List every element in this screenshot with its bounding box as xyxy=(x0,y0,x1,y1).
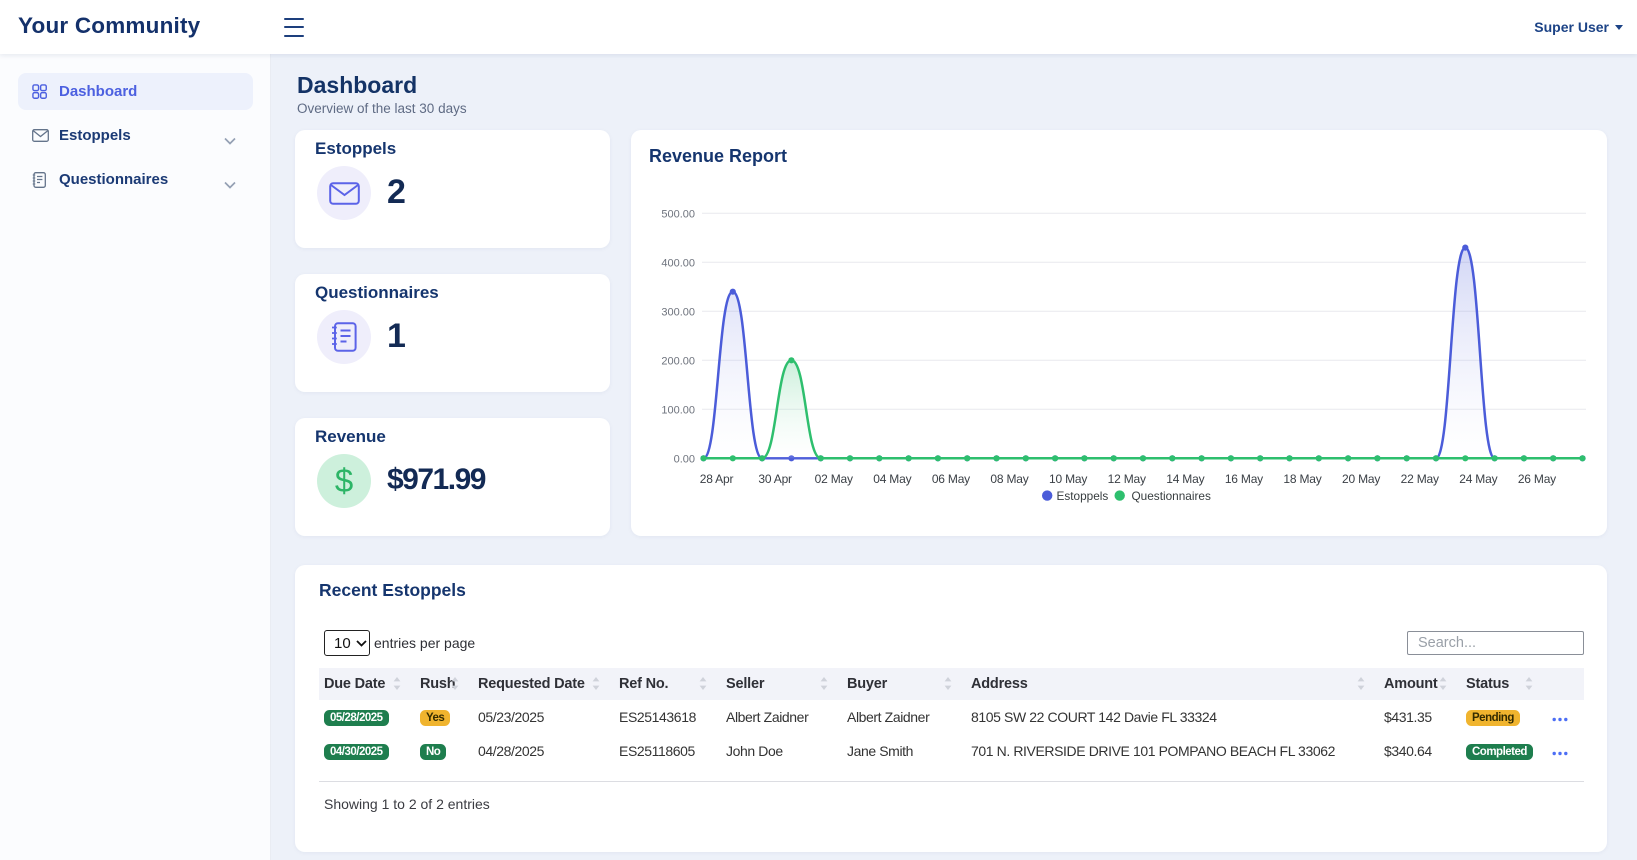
svg-text:26 May: 26 May xyxy=(1518,472,1556,486)
svg-text:400.00: 400.00 xyxy=(661,257,695,269)
svg-text:Estoppels: Estoppels xyxy=(1057,489,1109,503)
svg-text:0.00: 0.00 xyxy=(674,453,695,465)
svg-text:24 May: 24 May xyxy=(1459,472,1497,486)
svg-text:18 May: 18 May xyxy=(1283,472,1321,486)
svg-text:06 May: 06 May xyxy=(932,472,970,486)
svg-text:20 May: 20 May xyxy=(1342,472,1380,486)
svg-text:22 May: 22 May xyxy=(1401,472,1439,486)
svg-text:10 May: 10 May xyxy=(1049,472,1087,486)
svg-text:Questionnaires: Questionnaires xyxy=(1132,489,1211,503)
svg-text:300.00: 300.00 xyxy=(661,306,695,318)
svg-text:500.00: 500.00 xyxy=(661,208,695,220)
svg-text:28 Apr: 28 Apr xyxy=(700,472,734,486)
svg-text:14 May: 14 May xyxy=(1166,472,1204,486)
svg-text:08 May: 08 May xyxy=(990,472,1028,486)
svg-text:100.00: 100.00 xyxy=(661,404,695,416)
svg-text:02 May: 02 May xyxy=(815,472,853,486)
svg-text:200.00: 200.00 xyxy=(661,355,695,367)
svg-text:30 Apr: 30 Apr xyxy=(758,472,792,486)
svg-text:12 May: 12 May xyxy=(1108,472,1146,486)
svg-text:16 May: 16 May xyxy=(1225,472,1263,486)
svg-text:04 May: 04 May xyxy=(873,472,911,486)
